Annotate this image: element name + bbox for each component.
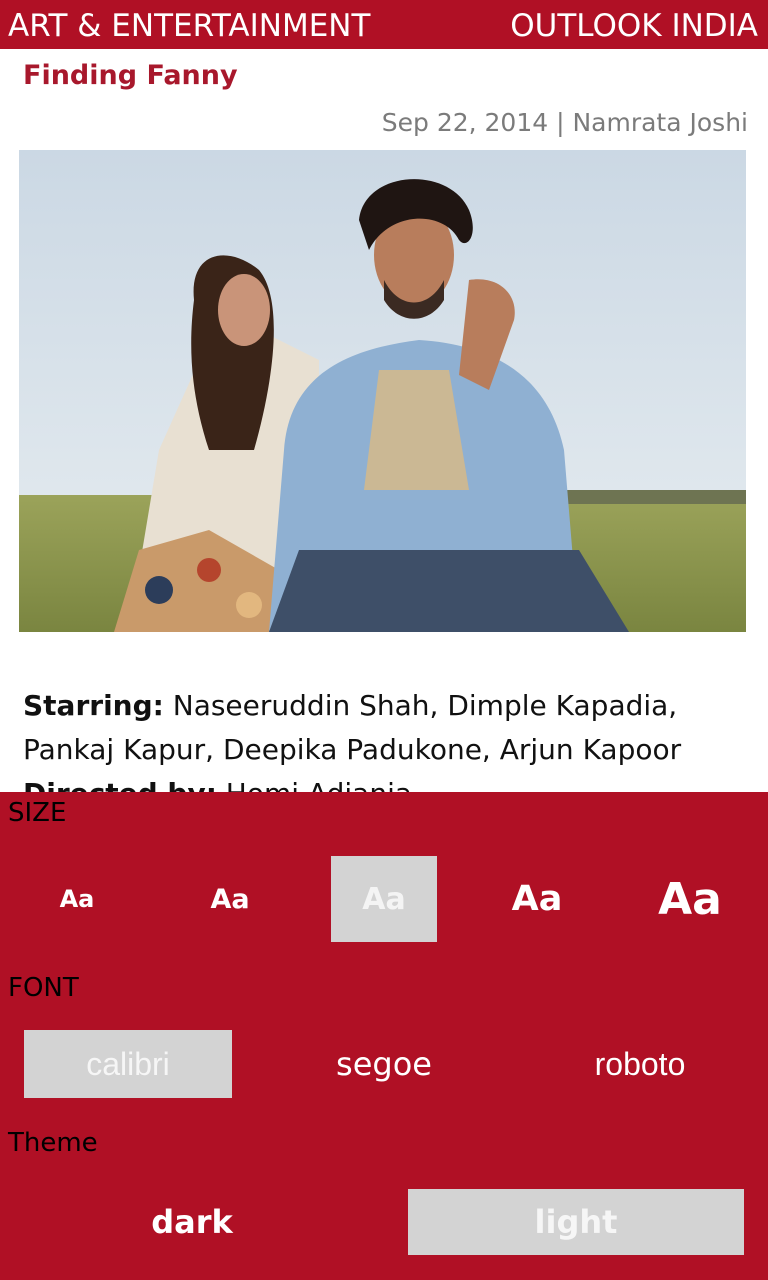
- size-label: SIZE: [8, 798, 67, 828]
- section-title: ART & ENTERTAINMENT: [8, 8, 371, 44]
- directed-text: Homi Adjania: [217, 777, 412, 792]
- size-option-1[interactable]: Aa: [24, 856, 130, 942]
- theme-option-light[interactable]: light: [408, 1189, 744, 1255]
- size-option-3[interactable]: Aa: [331, 856, 437, 942]
- size-option-5[interactable]: Aa: [637, 856, 743, 942]
- size-option-2[interactable]: Aa: [177, 856, 283, 942]
- theme-label: Theme: [8, 1128, 98, 1158]
- article-title: Finding Fanny: [23, 60, 238, 91]
- font-label: FONT: [8, 973, 79, 1003]
- article-photo: [19, 150, 746, 632]
- brand-title: OUTLOOK INDIA: [510, 8, 758, 44]
- photo-illustration: [19, 150, 746, 632]
- size-option-4[interactable]: Aa: [484, 856, 590, 942]
- app-header: ART & ENTERTAINMENT OUTLOOK INDIA: [0, 0, 768, 49]
- article-byline: Sep 22, 2014 | Namrata Joshi: [381, 108, 748, 137]
- font-option-segoe[interactable]: segoe: [280, 1030, 488, 1098]
- article-body: Starring: Naseeruddin Shah, Dimple Kapad…: [23, 684, 763, 792]
- directed-label: Directed by:: [23, 777, 217, 792]
- theme-option-dark[interactable]: dark: [24, 1189, 360, 1255]
- font-option-roboto[interactable]: roboto: [536, 1030, 744, 1098]
- font-option-calibri[interactable]: calibri: [24, 1030, 232, 1098]
- starring-label: Starring:: [23, 689, 164, 722]
